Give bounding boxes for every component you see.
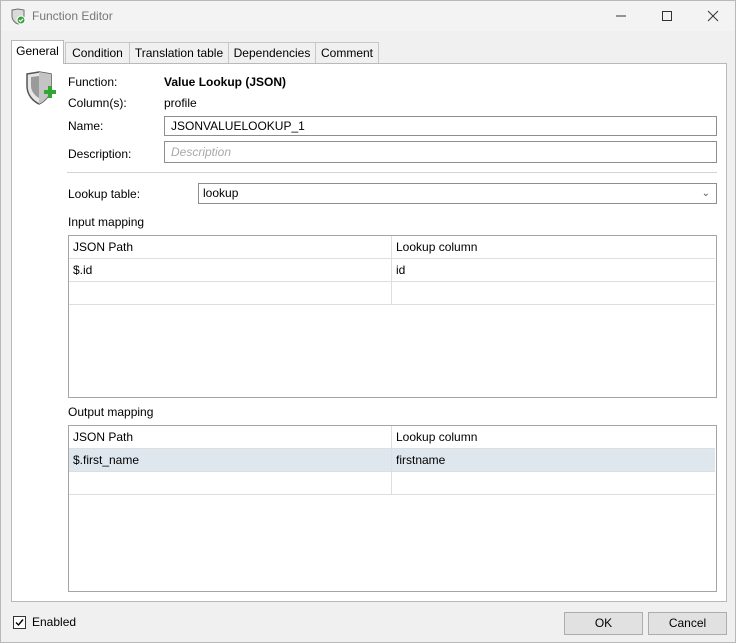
lookup-column-cell[interactable]: id <box>392 259 715 281</box>
maximize-icon <box>662 11 672 21</box>
json-path-cell[interactable] <box>69 282 392 304</box>
json-path-cell[interactable]: $.first_name <box>69 449 392 471</box>
column-header-json-path[interactable]: JSON Path <box>69 426 392 448</box>
grid-header: JSON Path Lookup column <box>69 426 715 449</box>
tab-dependencies[interactable]: Dependencies <box>228 42 316 63</box>
tab-condition[interactable]: Condition <box>65 42 130 63</box>
columns-label: Column(s): <box>68 96 127 110</box>
checkmark-icon <box>15 619 24 627</box>
name-input[interactable]: JSONVALUELOOKUP_1 <box>164 116 717 136</box>
lookup-table-select[interactable]: lookup ⌄ <box>198 183 717 204</box>
shield-app-icon <box>10 8 26 25</box>
table-row[interactable] <box>69 282 715 305</box>
general-panel: Function: Value Lookup (JSON) Column(s):… <box>11 63 727 602</box>
close-button[interactable] <box>690 1 736 31</box>
description-label: Description: <box>68 147 132 161</box>
maximize-button[interactable] <box>644 1 690 31</box>
column-header-json-path[interactable]: JSON Path <box>69 236 392 258</box>
enabled-checkbox[interactable] <box>13 616 26 629</box>
table-row[interactable]: $.first_name firstname <box>69 449 715 472</box>
description-input[interactable]: Description <box>164 141 717 163</box>
tab-comment[interactable]: Comment <box>315 42 379 63</box>
output-mapping-grid[interactable]: JSON Path Lookup column $.first_name fir… <box>68 425 717 592</box>
divider <box>67 172 717 173</box>
json-path-cell[interactable] <box>69 472 392 494</box>
table-row[interactable]: $.id id <box>69 259 715 282</box>
columns-value: profile <box>164 96 197 110</box>
table-row[interactable] <box>69 472 715 495</box>
function-value: Value Lookup (JSON) <box>164 75 287 89</box>
input-mapping-grid[interactable]: JSON Path Lookup column $.id id <box>68 235 717 398</box>
lookup-table-value: lookup <box>203 186 239 200</box>
lookup-table-label: Lookup table: <box>68 187 141 201</box>
lookup-column-cell[interactable]: firstname <box>392 449 715 471</box>
column-header-lookup-column[interactable]: Lookup column <box>392 426 715 448</box>
enabled-label: Enabled <box>32 615 77 629</box>
minimize-button[interactable] <box>598 1 644 31</box>
output-mapping-title: Output mapping <box>68 405 154 419</box>
lookup-column-cell[interactable] <box>392 472 715 494</box>
ok-button[interactable]: OK <box>564 612 643 635</box>
shield-add-icon <box>24 70 58 106</box>
window-title: Function Editor <box>32 9 113 23</box>
function-editor-window: Function Editor General Condition Transl… <box>0 0 736 643</box>
input-mapping-title: Input mapping <box>68 215 145 229</box>
tab-general[interactable]: General <box>11 40 64 64</box>
json-path-cell[interactable]: $.id <box>69 259 392 281</box>
tab-translation-table[interactable]: Translation table <box>129 42 229 63</box>
grid-header: JSON Path Lookup column <box>69 236 715 259</box>
title-bar: Function Editor <box>1 1 735 31</box>
cancel-button[interactable]: Cancel <box>648 612 727 635</box>
name-label: Name: <box>68 119 104 133</box>
close-icon <box>707 10 719 22</box>
lookup-column-cell[interactable] <box>392 282 715 304</box>
chevron-down-icon: ⌄ <box>701 188 710 199</box>
column-header-lookup-column[interactable]: Lookup column <box>392 236 715 258</box>
function-label: Function: <box>68 75 118 89</box>
minimize-icon <box>616 15 626 17</box>
